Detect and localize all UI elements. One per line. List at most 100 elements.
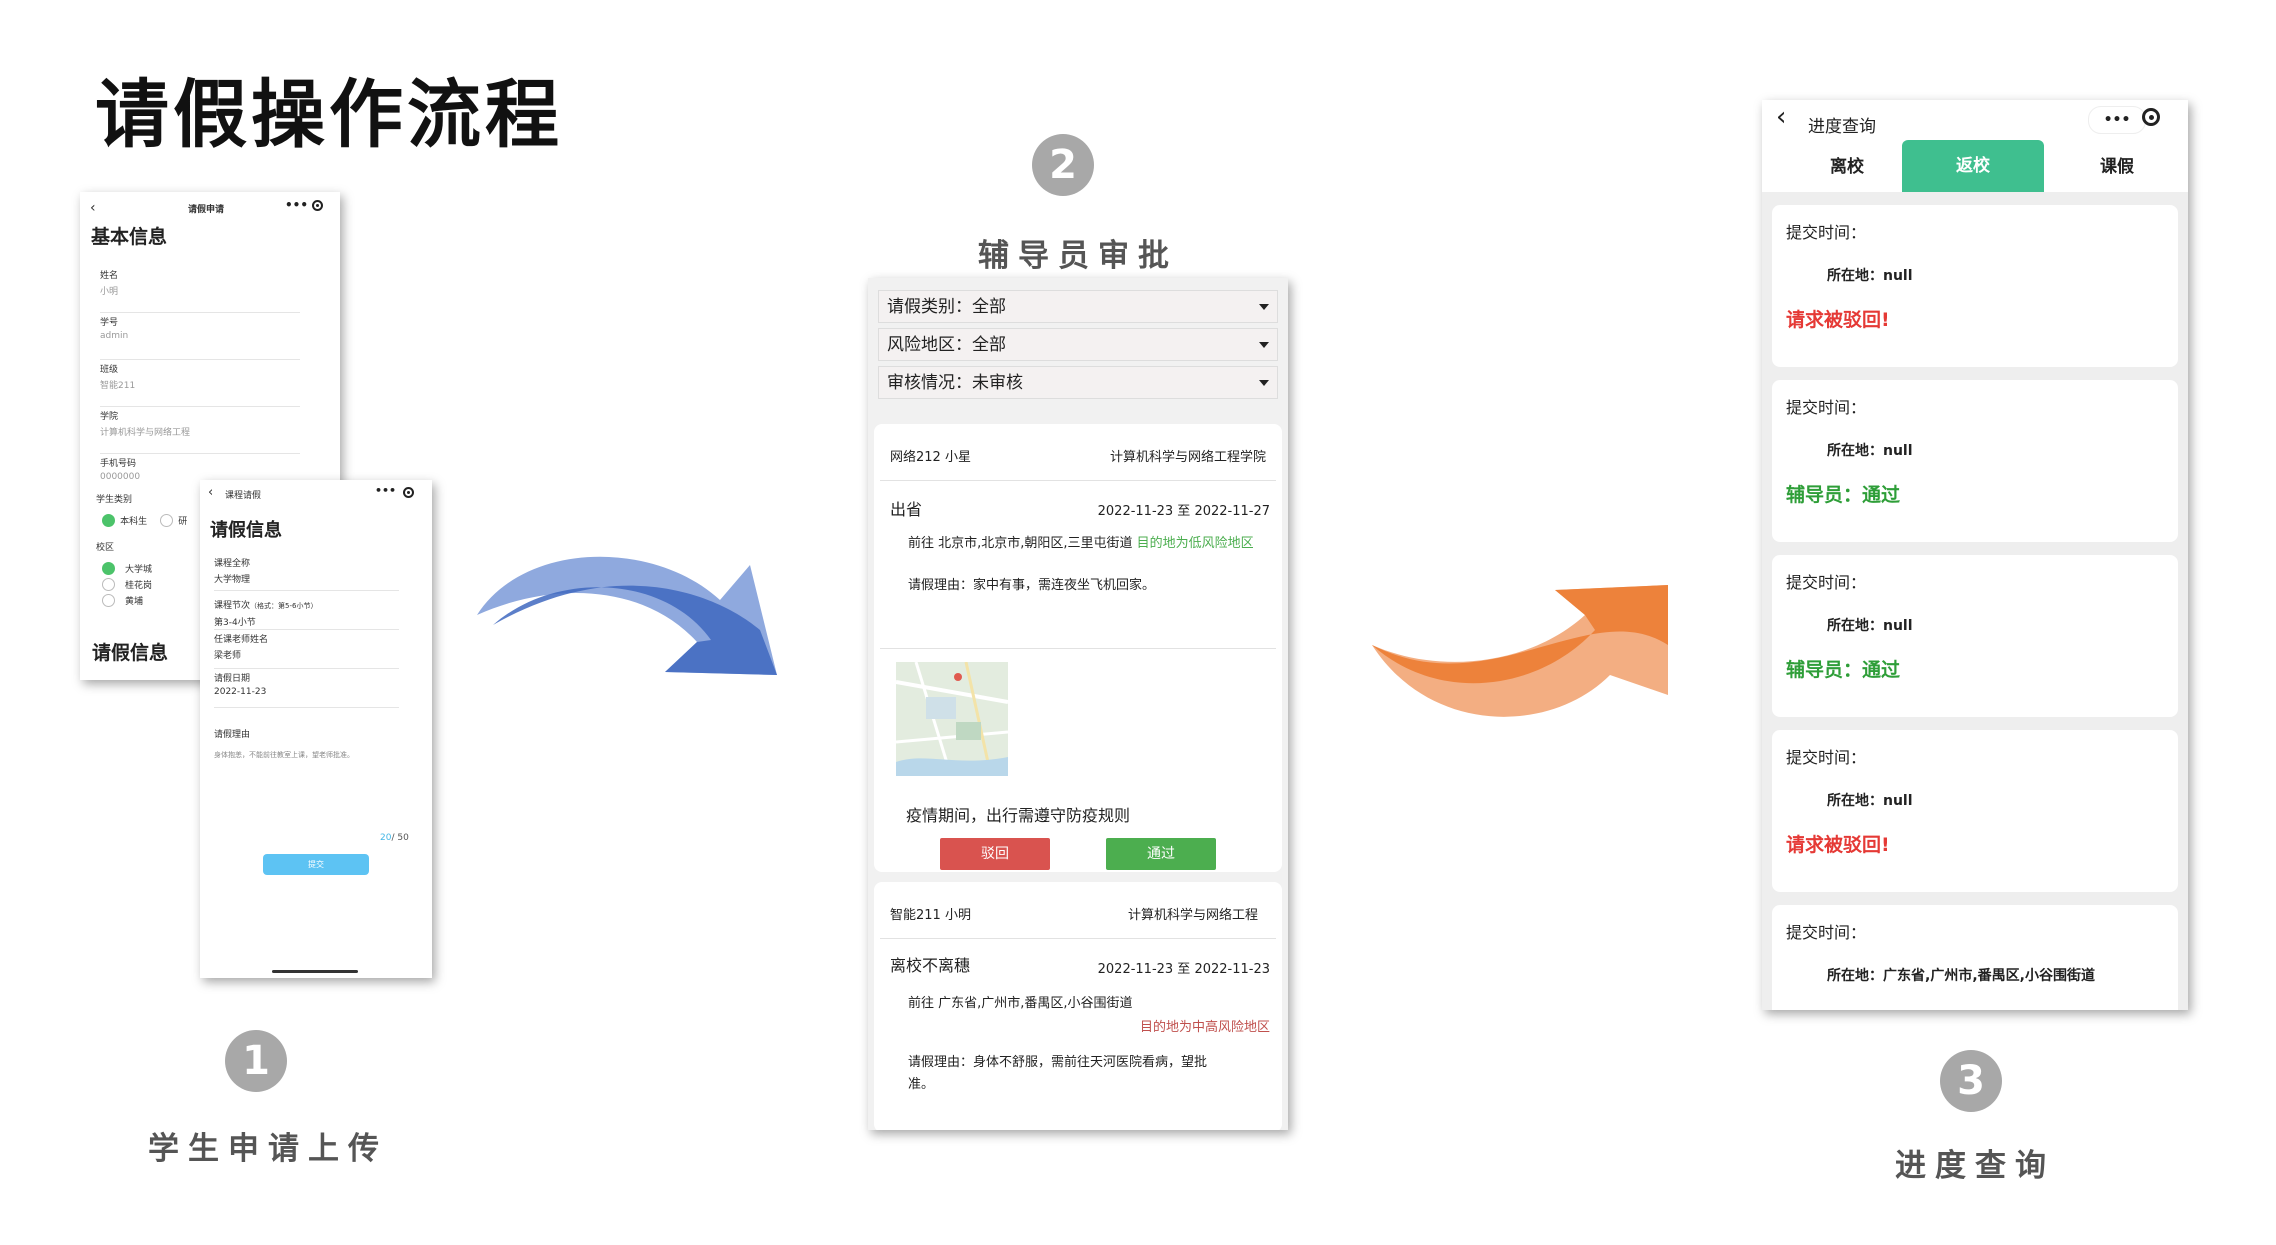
step-3-label: 进度查询 bbox=[1895, 1148, 2055, 1184]
field-teacher[interactable]: 任课老师姓名 梁老师 bbox=[214, 632, 399, 669]
back-chevron-icon[interactable]: ‹ bbox=[1776, 102, 1786, 132]
field-date[interactable]: 请假日期 2022-11-23 bbox=[214, 671, 399, 708]
submit-button[interactable]: 提交 bbox=[263, 854, 369, 875]
field-student-id[interactable]: 学号 admin bbox=[100, 315, 300, 360]
field-value: 大学物理 bbox=[214, 575, 251, 585]
field-course-name[interactable]: 课程全称 大学物理 bbox=[214, 556, 399, 591]
progress-record: 提交时间： 所在地：广东省,广州市,番禺区,小谷围街道 bbox=[1772, 905, 2178, 1010]
radio-undergrad[interactable] bbox=[102, 514, 115, 527]
filter-risk-area[interactable]: 风险地区：全部 bbox=[878, 328, 1278, 361]
progress-record: 提交时间： 所在地：null 请求被驳回! bbox=[1772, 205, 2178, 367]
filter-text: 风险地区：全部 bbox=[887, 335, 1006, 355]
radio-label: 黄埔 bbox=[125, 597, 144, 607]
campus-label: 校区 bbox=[96, 543, 115, 553]
course-leave-screen: ‹ 课程请假 ••• 请假信息 课程全称 大学物理 课程节次（格式：第5-6小节… bbox=[200, 480, 432, 978]
field-value: 小明 bbox=[100, 287, 119, 297]
filter-review-status[interactable]: 审核情况：未审核 bbox=[878, 366, 1278, 399]
field-label: 手机号码 bbox=[100, 459, 137, 469]
risk-low: 目的地为低风险地区 bbox=[1136, 536, 1254, 551]
reason-label: 请假理由 bbox=[214, 730, 251, 740]
field-value: 梁老师 bbox=[214, 651, 242, 661]
progress-record: 提交时间： 所在地：null 辅导员：通过 bbox=[1772, 380, 2178, 542]
step-1-label: 学生申请上传 bbox=[148, 1131, 388, 1167]
reason-line: 准。 bbox=[908, 1077, 935, 1092]
section-leave-info: 请假信息 bbox=[210, 520, 282, 541]
record-status-approved: 辅导员：通过 bbox=[1786, 659, 1901, 681]
field-label: 请假日期 bbox=[214, 674, 251, 684]
counter-max: / 50 bbox=[391, 833, 409, 843]
dropdown-caret-icon bbox=[1259, 380, 1269, 386]
home-indicator bbox=[272, 970, 358, 973]
card-divider bbox=[880, 648, 1276, 649]
record-status-rejected: 请求被驳回! bbox=[1786, 834, 1890, 856]
destination-text: 前往 北京市,北京市,朝阳区,三里屯街道 bbox=[908, 536, 1133, 551]
radio-label: 本科生 bbox=[120, 517, 148, 527]
radio-campus-3[interactable] bbox=[102, 594, 115, 607]
field-label: 课程全称 bbox=[214, 559, 251, 569]
field-label: 班级 bbox=[100, 365, 119, 375]
field-label: 姓名 bbox=[100, 271, 119, 281]
progress-record: 提交时间： 所在地：null 请求被驳回! bbox=[1772, 730, 2178, 892]
card-college: 计算机科学与网络工程 bbox=[1127, 908, 1258, 923]
reject-button[interactable]: 驳回 bbox=[940, 838, 1050, 870]
record-status-rejected: 请求被驳回! bbox=[1786, 309, 1890, 331]
card-reason: 请假理由：身体不舒服，需前往天河医院看病，望批 准。 bbox=[908, 1052, 1207, 1096]
capsule-target-icon[interactable] bbox=[403, 487, 414, 498]
card-class-name: 网络212 小星 bbox=[890, 450, 971, 465]
submit-time: 提交时间： bbox=[1786, 223, 1867, 242]
field-label: 任课老师姓名 bbox=[214, 635, 269, 645]
field-value: 第3-4小节 bbox=[214, 618, 256, 628]
flow-arrow-orange bbox=[1372, 585, 1668, 717]
record-location: 所在地：广东省,广州市,番禺区,小谷围街道 bbox=[1827, 968, 2095, 984]
step-2-label: 辅导员审批 bbox=[978, 238, 1178, 274]
reason-textarea[interactable]: 身体抱恙，不能前往教室上课，望老师批准。 bbox=[214, 750, 414, 760]
request-card: 智能211 小明 计算机科学与网络工程 离校不离穗 2022-11-23 至 2… bbox=[874, 882, 1282, 1130]
more-dots-icon[interactable]: ••• bbox=[375, 484, 396, 497]
submit-time: 提交时间： bbox=[1786, 748, 1867, 767]
field-name[interactable]: 姓名 小明 bbox=[100, 268, 300, 313]
back-chevron-icon[interactable]: ‹ bbox=[90, 200, 96, 216]
capsule-target-icon[interactable] bbox=[312, 200, 323, 211]
radio-label: 研 bbox=[178, 517, 188, 527]
capsule-target-icon[interactable] bbox=[2142, 108, 2160, 126]
tab-course-leave[interactable]: 课假 bbox=[2072, 152, 2162, 177]
step-2-number: 2 bbox=[1032, 134, 1094, 196]
submit-time: 提交时间： bbox=[1786, 398, 1867, 417]
field-class[interactable]: 班级 智能211 bbox=[100, 362, 300, 407]
record-location: 所在地：null bbox=[1827, 443, 1913, 459]
field-hint: （格式：第5-6小节） bbox=[250, 602, 318, 610]
card-dates: 2022-11-23 至 2022-11-27 bbox=[1097, 504, 1270, 519]
card-leave-type: 出省 bbox=[890, 500, 923, 519]
card-college: 计算机科学与网络工程学院 bbox=[1109, 450, 1266, 465]
epidemic-notice: 疫情期间，出行需遵守防疫规则 bbox=[906, 806, 1131, 825]
map-thumbnail bbox=[896, 662, 1008, 776]
card-reason: 请假理由：家中有事，需连夜坐飞机回家。 bbox=[908, 578, 1156, 593]
map-icon[interactable] bbox=[896, 662, 1008, 776]
field-label: 课程节次 bbox=[214, 601, 251, 611]
approve-button[interactable]: 通过 bbox=[1106, 838, 1216, 870]
risk-high: 目的地为中高风险地区 bbox=[1139, 1020, 1270, 1035]
field-value: 智能211 bbox=[100, 381, 136, 391]
filter-leave-type[interactable]: 请假类别：全部 bbox=[878, 290, 1278, 323]
reason-line: 请假理由：身体不舒服，需前往天河医院看病，望批 bbox=[908, 1055, 1208, 1070]
more-dots-icon[interactable]: ••• bbox=[285, 198, 308, 212]
tab-leave-school[interactable]: 离校 bbox=[1802, 152, 1892, 177]
step-1-number: 1 bbox=[225, 1030, 287, 1092]
field-college[interactable]: 学院 计算机科学与网络工程 bbox=[100, 409, 300, 454]
record-location: 所在地：null bbox=[1827, 268, 1913, 284]
field-label: 学院 bbox=[100, 412, 119, 422]
more-dots-icon[interactable]: ••• bbox=[2088, 106, 2146, 134]
progress-screen: ‹ 进度查询 ••• 离校 返校 课假 提交时间： 所在地：null 请求被驳回… bbox=[1762, 100, 2188, 1010]
field-course-period[interactable]: 课程节次（格式：第5-6小节） 第3-4小节 bbox=[214, 593, 399, 630]
student-type-radios: 本科生 研 bbox=[102, 510, 187, 529]
page-title: 请假操作流程 bbox=[95, 72, 563, 158]
tab-return-school[interactable]: 返校 bbox=[1902, 140, 2044, 192]
back-chevron-icon[interactable]: ‹ bbox=[208, 485, 213, 500]
record-location: 所在地：null bbox=[1827, 793, 1913, 809]
dropdown-caret-icon bbox=[1259, 304, 1269, 310]
approval-screen: 请假类别：全部 风险地区：全部 审核情况：未审核 网络212 小星 计算机科学与… bbox=[868, 278, 1288, 1130]
field-value: 2022-11-23 bbox=[214, 687, 267, 697]
basic-fields: 姓名 小明 学号 admin 班级 智能211 学院 计算机科学与网络工程 手机… bbox=[100, 268, 300, 494]
card-destination: 前往 北京市,北京市,朝阳区,三里屯街道 目的地为低风险地区 bbox=[908, 532, 1254, 551]
radio-grad[interactable] bbox=[160, 514, 174, 527]
